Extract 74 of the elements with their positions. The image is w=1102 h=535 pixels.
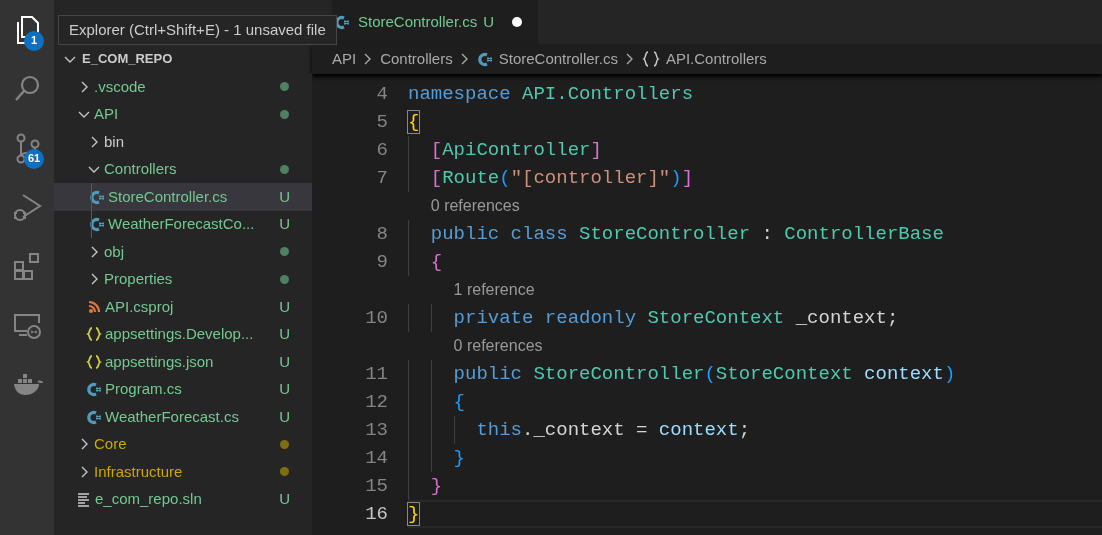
codelens-link[interactable]: 1 reference <box>453 278 535 302</box>
line-number: 4 <box>375 81 388 107</box>
line-number: 15 <box>364 473 388 499</box>
code-line: { <box>408 109 420 135</box>
file-name: appsettings.Develop... <box>105 324 255 344</box>
braces-file-icon <box>86 326 102 343</box>
git-status-letter: U <box>279 214 290 234</box>
tree-row[interactable]: StoreController.cs U <box>54 183 312 211</box>
folder-name: .vscode <box>94 76 147 97</box>
file-name: Program.cs <box>105 379 183 399</box>
code-line: { <box>452 389 465 415</box>
git-status-letter: U <box>279 489 290 509</box>
folder-name: obj <box>104 241 126 262</box>
codelens-link[interactable]: 0 references <box>430 194 520 218</box>
breadcrumb-item[interactable]: API <box>332 47 357 71</box>
csharp-file-icon <box>89 216 105 233</box>
csharp-file-icon <box>86 381 102 398</box>
code-line: namespace API.Controllers <box>408 81 694 107</box>
file-name: e_com_repo.sln <box>95 489 203 509</box>
braces-icon <box>641 51 660 67</box>
file-name: StoreController.cs <box>108 186 229 207</box>
code-line: public class StoreController : ControllerBase <box>429 221 944 247</box>
code-line: private readonly StoreContext _context; <box>452 305 899 331</box>
git-status-letter: U <box>279 186 290 207</box>
workspace-title[interactable]: E_COM_REPO <box>82 49 173 69</box>
line-number: 5 <box>375 109 388 135</box>
folder-name: Controllers <box>104 159 178 179</box>
csharp-file-icon <box>476 51 493 67</box>
line-number: 6 <box>375 137 388 163</box>
code-line: } <box>452 445 465 471</box>
breadcrumb-item[interactable]: StoreController.cs <box>498 47 618 71</box>
line-number: 9 <box>375 249 388 275</box>
line-number: 13 <box>364 417 388 443</box>
folder-name: Infrastructure <box>94 461 184 482</box>
line-number: 12 <box>364 389 388 415</box>
folder-name: Core <box>94 434 128 454</box>
file-name: WeatherForecastCo... <box>108 214 256 234</box>
line-number: 7 <box>375 165 388 191</box>
file-name: appsettings.json <box>105 351 215 372</box>
count-badge: 61 <box>24 148 44 169</box>
code-line: [ApiController] <box>429 137 602 163</box>
folder-name: API <box>94 104 120 124</box>
file-name: WeatherForecast.cs <box>105 406 240 427</box>
line-number: 11 <box>364 361 388 387</box>
rss-file-icon <box>86 298 102 315</box>
breadcrumb-item[interactable]: API.Controllers <box>665 47 767 71</box>
explorer-tooltip: Explorer (Ctrl+Shift+E) - 1 unsaved file <box>58 15 337 45</box>
line-number: 10 <box>364 305 388 331</box>
braces-file-icon <box>86 353 102 370</box>
code-line: } <box>429 473 443 499</box>
breadcrumb-item[interactable]: Controllers <box>380 47 453 71</box>
code-line: [Route("[controller]")] <box>429 165 694 191</box>
git-status-letter: U <box>279 296 290 317</box>
git-status-letter: U <box>279 406 290 427</box>
line-number: 8 <box>375 221 388 247</box>
count-badge: 1 <box>24 30 44 51</box>
csharp-file-icon <box>334 14 350 30</box>
git-status-letter: U <box>279 324 290 344</box>
code-line: { <box>429 249 443 275</box>
git-status-letter: U <box>279 351 290 372</box>
csharp-file-icon <box>86 408 102 425</box>
folder-name: Properties <box>104 269 174 289</box>
lines-file-icon <box>76 491 92 508</box>
code-line: this._context = context; <box>475 417 751 443</box>
codelens-link[interactable]: 0 references <box>453 334 543 358</box>
line-number: 14 <box>364 445 388 471</box>
editor-tab[interactable]: StoreController.cs U <box>332 0 539 44</box>
csharp-file-icon <box>89 188 105 205</box>
line-number: 16 <box>364 501 388 527</box>
file-name: API.csproj <box>105 296 175 317</box>
git-status-letter: U <box>279 379 290 399</box>
code-line: public StoreController(StoreContext context) <box>452 361 956 387</box>
code-line: } <box>408 501 420 527</box>
folder-name: bin <box>104 131 126 152</box>
